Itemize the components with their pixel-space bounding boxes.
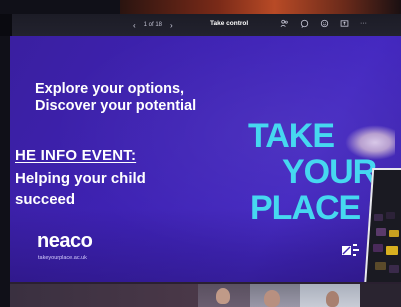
slide-pager: ‹ 1 of 18 ›	[133, 20, 173, 30]
university-logo-icon	[342, 244, 359, 256]
take-control-button[interactable]: Take control	[210, 20, 248, 27]
presenter-hand	[345, 125, 395, 160]
participant-thumbnail	[300, 284, 360, 307]
participant-face	[264, 290, 280, 307]
toolbar-edge	[0, 14, 12, 36]
people-icon[interactable]	[280, 19, 289, 28]
event-description: Helping your child succeed	[15, 170, 146, 208]
slide-subtitle: Explore your options, Discover your pote…	[35, 81, 197, 114]
chat-icon[interactable]	[300, 19, 309, 28]
participant-thumbnail	[250, 284, 300, 307]
slide-counter: 1 of 18	[143, 22, 163, 28]
participant-face	[216, 288, 230, 304]
more-icon[interactable]: ···	[360, 20, 367, 27]
keyboard-keys	[373, 212, 399, 273]
event-heading: HE INFO EVENT:	[15, 147, 137, 164]
brand-line-place: PLACE	[250, 189, 361, 227]
share-icon[interactable]	[340, 19, 349, 28]
participant-thumbnail	[360, 284, 401, 307]
participant-thumbnail	[10, 284, 198, 307]
photo-scene: ‹ 1 of 18 › Take control ··· Explore you…	[0, 0, 401, 307]
participant-face	[326, 291, 339, 307]
presentation-toolbar: ‹ 1 of 18 › Take control ···	[0, 14, 401, 36]
neaco-logo: neaco	[37, 230, 93, 252]
neaco-website: takeyourplace.ac.uk	[38, 255, 87, 261]
previous-slide-button[interactable]: ‹	[133, 21, 136, 30]
toolbar-icons: ···	[280, 19, 367, 28]
next-slide-button[interactable]: ›	[170, 21, 173, 30]
participant-thumbnail	[198, 284, 250, 307]
reactions-icon[interactable]	[320, 19, 329, 28]
